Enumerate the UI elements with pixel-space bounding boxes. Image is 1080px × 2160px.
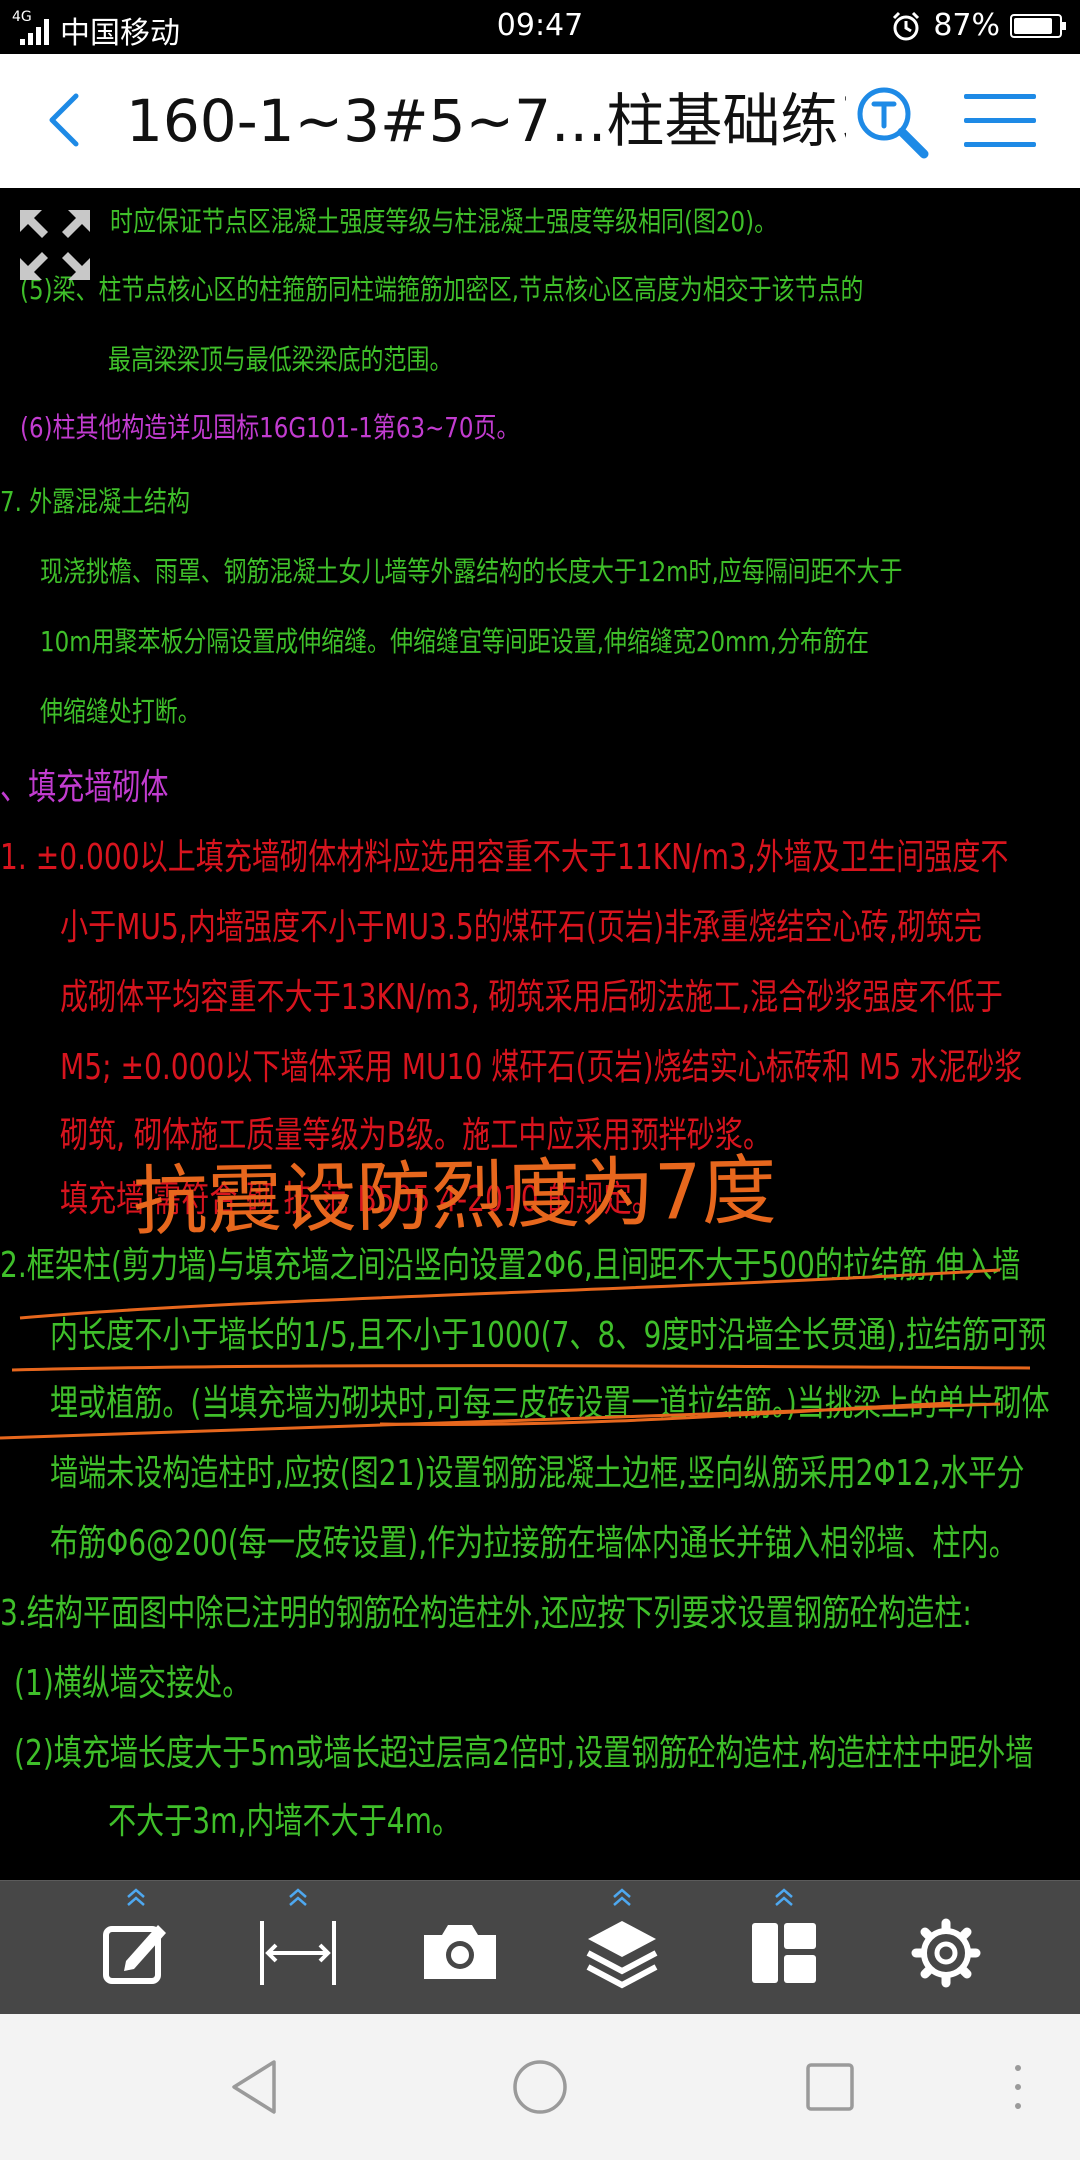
- drawing-text-line: (6)柱其他构造详见国标16G101-1第63~70页。: [20, 411, 520, 444]
- drawing-text-line: 时应保证节点区混凝土强度等级与柱混凝土强度等级相同(图20)。: [110, 205, 778, 238]
- expand-up-icon: [613, 1888, 631, 1906]
- drawing-text-line: 内长度不小于墙长的1/5,且不小于1000(7、8、9度时沿墙全长贯通),拉结筋…: [50, 1315, 1047, 1356]
- drawing-text-line: 、填充墙砌体: [0, 767, 169, 808]
- drawing-text-line: 最高梁梁顶与最低梁梁底的范围。: [108, 343, 453, 376]
- layout-tool[interactable]: [714, 1881, 854, 2015]
- drawing-text-line: 墙端未设构造柱时,应按(图21)设置钢筋混凝土边框,竖向纵筋采用2Φ12,水平分: [50, 1453, 1025, 1494]
- nav-home-icon[interactable]: [507, 2054, 573, 2120]
- expand-up-icon: [775, 1888, 793, 1906]
- measure-icon: [260, 1921, 336, 1985]
- expand-up-icon: [289, 1888, 307, 1906]
- layout-icon: [752, 1923, 816, 1983]
- markup-annotation-text: 抗震设防烈度为7度: [132, 1145, 777, 1246]
- cad-drawing-canvas[interactable]: 时应保证节点区混凝土强度等级与柱混凝土强度等级相同(图20)。 (5)梁、柱节点…: [0, 188, 1080, 1880]
- drawing-text-line: 小于MU5,内墙强度不小于MU3.5的煤矸石(页岩)非承重烧结空心砖,砌筑完: [60, 907, 982, 948]
- layers-tool[interactable]: [552, 1881, 692, 2015]
- drawing-text-line: (2)填充墙长度大于5m或墙长超过层高2倍时,设置钢筋砼构造柱,构造柱柱中距外墙: [14, 1733, 1034, 1774]
- nav-recents-icon[interactable]: [797, 2054, 863, 2120]
- drawing-text-line: 现浇挑檐、雨罩、钢筋混凝土女儿墙等外露结构的长度大于12m时,应每隔间距不大于: [40, 555, 903, 588]
- drawing-text-line: 成砌体平均容重不大于13KN/m3, 砌筑采用后砌法施工,混合砂浆强度不低于: [60, 977, 1003, 1018]
- layers-icon: [586, 1921, 658, 1989]
- measure-tool[interactable]: [228, 1881, 368, 2015]
- status-right: 87%: [889, 8, 1066, 43]
- battery-icon: [1010, 13, 1066, 38]
- drawing-title: 160-1~3#5~7...柱基础练习: [126, 87, 846, 155]
- nav-back-icon[interactable]: [222, 2054, 288, 2120]
- system-nav-bar: [0, 2014, 1080, 2160]
- battery-percent: 87%: [933, 8, 1000, 43]
- drawing-text-line: 布筋Φ6@200(每一皮砖设置),作为拉接筋在墙体内通长并锚入相邻墙、柱内。: [50, 1523, 1017, 1564]
- bottom-toolbar: [0, 1880, 1080, 2015]
- drawing-text-line: (5)梁、柱节点核心区的柱箍筋同柱端箍筋加密区,节点核心区高度为相交于该节点的: [20, 273, 864, 306]
- gear-icon: [911, 1918, 981, 1988]
- drawing-text-line: 3.结构平面图中除已注明的钢筋砼构造柱外,还应按下列要求设置钢筋砼构造柱:: [0, 1593, 972, 1634]
- status-bar: 4G 中国移动 09:47 87%: [0, 0, 1080, 54]
- screenshot-tool[interactable]: [390, 1881, 530, 2015]
- drawing-text-line: 不大于3m,内墙不大于4m。: [108, 1801, 461, 1842]
- drawing-text-line: 7. 外露混凝土结构: [0, 485, 190, 518]
- fullscreen-expand-icon[interactable]: [14, 204, 96, 286]
- markup-edit-tool[interactable]: [66, 1881, 206, 2015]
- drawing-text-line: 10m用聚苯板分隔设置成伸缩缝。伸缩缝宜等间距设置,伸缩缝宽20mm,分布筋在: [40, 625, 869, 658]
- drawing-text-line: (1)横纵墙交接处。: [14, 1663, 251, 1704]
- camera-icon: [424, 1925, 496, 1979]
- back-arrow-icon[interactable]: [36, 88, 100, 152]
- drawing-text-line: 埋或植筋。(当填充墙为砌块时,可每三皮砖设置一道拉结筋。)当挑梁上的单片砌体: [50, 1383, 1050, 1424]
- drawing-text-line: M5; ±0.000以下墙体采用 MU10 煤矸石(页岩)烧结实心标砖和 M5 …: [60, 1047, 1023, 1088]
- text-search-icon[interactable]: [852, 82, 932, 162]
- menu-icon[interactable]: [962, 88, 1038, 154]
- nav-more-icon[interactable]: [985, 2054, 1051, 2120]
- drawing-text-line: 1. ±0.000以上填充墙砌体材料应选用容重不大于11KN/m3,外墙及卫生间…: [0, 837, 1009, 878]
- edit-icon: [103, 1925, 166, 1984]
- title-bar: 160-1~3#5~7...柱基础练习: [0, 54, 1080, 189]
- alarm-icon: [893, 11, 920, 40]
- drawing-text-line: 伸缩缝处打断。: [40, 695, 201, 728]
- expand-up-icon: [127, 1888, 145, 1906]
- settings-tool[interactable]: [876, 1881, 1016, 2015]
